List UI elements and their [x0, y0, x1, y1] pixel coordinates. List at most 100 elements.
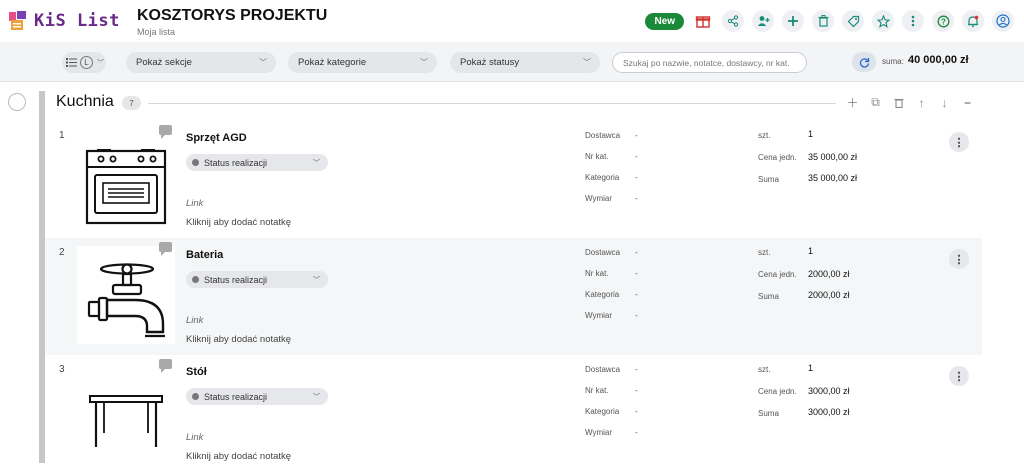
more-vert-icon[interactable]: ⋮ [949, 249, 969, 269]
filter-bar: L ﹀ Pokaż sekcje ﹀ Pokaż kategorie ﹀ Pok… [0, 42, 1024, 82]
status-dot [192, 159, 199, 166]
unit-price-value[interactable]: 2000,00 zł [808, 269, 850, 279]
add-icon[interactable] [782, 10, 804, 32]
chevron-down-icon: ﹀ [313, 393, 320, 401]
dimension-label: Wymiar [585, 428, 613, 437]
status-select[interactable]: Status realizacji ﹀ [186, 271, 328, 288]
statuses-filter[interactable]: Pokaż statusy ﹀ [450, 52, 600, 73]
supplier-value[interactable]: - [635, 248, 638, 257]
item-name[interactable]: Bateria [186, 249, 223, 261]
more-vert-icon[interactable]: ⋮ [949, 132, 969, 152]
link-field[interactable]: Link [186, 198, 203, 209]
help-icon[interactable]: ? [932, 10, 954, 32]
comment-icon[interactable] [159, 359, 172, 373]
category-value[interactable]: - [635, 173, 638, 182]
unit-price-label: Cena jedn. [758, 270, 797, 279]
trash-icon[interactable] [891, 95, 906, 110]
logo-text: KiS List [34, 11, 120, 31]
gift-icon[interactable] [692, 10, 714, 32]
search-input[interactable]: Szukaj po nazwie, notatce, dostawcy, nr … [612, 52, 807, 73]
unit-price-value[interactable]: 35 000,00 zł [808, 152, 857, 162]
star-icon[interactable] [872, 10, 894, 32]
qty-value[interactable]: 1 [808, 246, 813, 256]
catalog-value[interactable]: - [635, 152, 638, 161]
category-value[interactable]: - [635, 407, 638, 416]
catalog-label: Nr kat. [585, 269, 609, 278]
catalog-label: Nr kat. [585, 386, 609, 395]
status-dot [192, 393, 199, 400]
item-name[interactable]: Sprzęt AGD [186, 132, 247, 144]
oven-icon[interactable] [77, 129, 175, 227]
total-value: 35 000,00 zł [808, 173, 858, 183]
trash-icon[interactable] [812, 10, 834, 32]
note-field[interactable]: Kliknij aby dodać notatkę [186, 217, 291, 228]
comment-icon[interactable] [159, 242, 172, 256]
section-divider [148, 103, 836, 104]
account-icon[interactable] [992, 10, 1014, 32]
qty-label: szt. [758, 248, 771, 257]
discount-tag-icon[interactable] [842, 10, 864, 32]
item-number: 2 [59, 247, 65, 258]
dimension-value[interactable]: - [635, 311, 638, 320]
refresh-icon[interactable] [852, 52, 876, 72]
supplier-label: Dostawca [585, 131, 621, 140]
add-user-icon[interactable] [752, 10, 774, 32]
item-number: 3 [59, 364, 65, 375]
status-select[interactable]: Status realizacji ﹀ [186, 154, 328, 171]
comment-icon[interactable] [159, 125, 172, 139]
chevron-down-icon: ﹀ [420, 58, 428, 67]
add-icon[interactable]: ＋ [845, 95, 860, 110]
total-label: Suma [758, 292, 779, 301]
arrow-up-icon[interactable]: ↑ [914, 95, 929, 110]
new-badge[interactable]: New [645, 12, 684, 30]
svg-text:?: ? [941, 17, 946, 26]
supplier-value[interactable]: - [635, 131, 638, 140]
collapse-icon[interactable]: − [960, 95, 975, 110]
categories-filter[interactable]: Pokaż kategorie ﹀ [288, 52, 437, 73]
list-item[interactable]: 3 Stół Status realizacji ﹀ Link Kliknij … [45, 355, 982, 472]
status-label: Status realizacji [204, 391, 268, 402]
item-number: 1 [59, 130, 65, 141]
unit-price-value[interactable]: 3000,00 zł [808, 386, 850, 396]
faucet-icon[interactable] [77, 246, 175, 344]
status-dot [192, 276, 199, 283]
more-vert-icon[interactable]: ⋮ [949, 366, 969, 386]
sections-filter[interactable]: Pokaż sekcje ﹀ [126, 52, 276, 73]
list-item[interactable]: 1 Sprzęt AGD Status realizacji ﹀ Link Kl… [45, 121, 982, 238]
chevron-down-icon: ﹀ [313, 159, 320, 167]
qty-label: szt. [758, 131, 771, 140]
supplier-value[interactable]: - [635, 365, 638, 374]
app-logo[interactable]: KiS List [8, 10, 120, 32]
table-icon[interactable] [77, 363, 175, 461]
dimension-value[interactable]: - [635, 194, 638, 203]
category-label: Kategoria [585, 173, 620, 182]
duplicate-icon[interactable]: ⧉ [868, 95, 883, 110]
catalog-value[interactable]: - [635, 269, 638, 278]
catalog-value[interactable]: - [635, 386, 638, 395]
list-item[interactable]: 2 Bateria Status realizacji ﹀ Link Klikn… [45, 238, 982, 355]
view-toggle[interactable]: L ﹀ [62, 52, 106, 73]
total-value: 2000,00 zł [808, 290, 850, 300]
qty-value[interactable]: 1 [808, 363, 813, 373]
more-vert-icon[interactable] [902, 10, 924, 32]
note-field[interactable]: Kliknij aby dodać notatkę [186, 451, 291, 462]
section-title[interactable]: Kuchnia [56, 93, 114, 111]
dimension-value[interactable]: - [635, 428, 638, 437]
status-select[interactable]: Status realizacji ﹀ [186, 388, 328, 405]
arrow-down-icon[interactable]: ↓ [937, 95, 952, 110]
dimension-label: Wymiar [585, 311, 613, 320]
note-field[interactable]: Kliknij aby dodać notatkę [186, 334, 291, 345]
page-subtitle[interactable]: Moja lista [137, 27, 175, 37]
item-name[interactable]: Stół [186, 366, 207, 378]
chevron-down-icon: ﹀ [97, 59, 104, 67]
link-field[interactable]: Link [186, 432, 203, 443]
share-icon[interactable] [722, 10, 744, 32]
link-field[interactable]: Link [186, 315, 203, 326]
notification-icon[interactable] [962, 10, 984, 32]
sum-label: suma: [882, 57, 904, 66]
section-checkbox[interactable] [8, 93, 26, 111]
qty-value[interactable]: 1 [808, 129, 813, 139]
category-value[interactable]: - [635, 290, 638, 299]
status-label: Status realizacji [204, 157, 268, 168]
status-label: Status realizacji [204, 274, 268, 285]
